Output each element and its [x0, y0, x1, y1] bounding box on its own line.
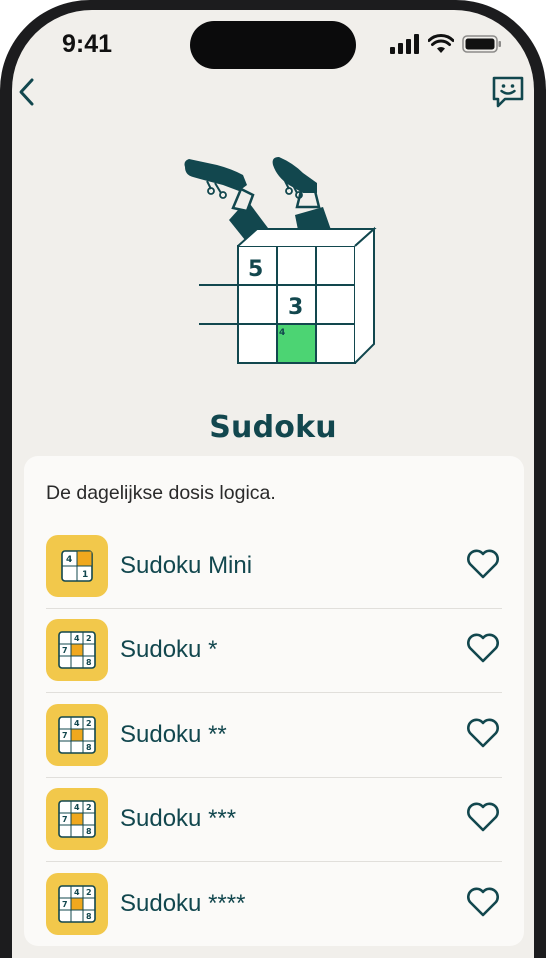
sudoku-icon: 4 2 7 8 [46, 873, 108, 936]
battery-icon [462, 34, 502, 58]
game-label: Sudoku * [120, 636, 218, 664]
heart-icon [466, 718, 500, 752]
sudoku-icon: 4 2 7 8 [46, 619, 108, 682]
svg-text:4: 4 [74, 888, 80, 897]
signal-icon [390, 34, 420, 58]
cell-number: 4 [279, 328, 285, 338]
back-button[interactable] [12, 76, 42, 112]
svg-text:8: 8 [86, 827, 92, 836]
list-item[interactable]: 4 2 7 8 Sudoku * [46, 609, 502, 693]
svg-text:4: 4 [74, 803, 80, 812]
feedback-button[interactable] [490, 76, 526, 112]
svg-text:7: 7 [62, 815, 68, 824]
mini-sudoku-icon: 4 1 [46, 534, 108, 597]
heart-icon [466, 802, 500, 836]
svg-text:8: 8 [86, 658, 92, 667]
favorite-button[interactable] [464, 631, 502, 669]
status-time: 9:41 [62, 30, 113, 58]
svg-text:2: 2 [86, 803, 92, 812]
sudoku-icon: 4 2 7 8 [46, 788, 108, 851]
svg-text:7: 7 [62, 900, 68, 909]
list-item[interactable]: 4 1 Sudoku Mini [46, 524, 502, 609]
chevron-left-icon [17, 77, 37, 111]
wifi-icon [427, 34, 455, 58]
svg-text:7: 7 [62, 646, 68, 655]
game-label: Sudoku Mini [120, 551, 253, 579]
device-frame: 9:41 5 3 4 Sudoku De dagelijkse dosis lo… [0, 0, 546, 958]
game-label: Sudoku ** [120, 720, 227, 748]
heart-icon [466, 633, 500, 667]
sudoku-icon: 4 2 7 8 [46, 703, 108, 766]
svg-text:4: 4 [74, 634, 80, 643]
svg-text:2: 2 [86, 888, 92, 897]
svg-text:8: 8 [86, 743, 92, 752]
grid-box-illustration [199, 226, 377, 364]
heart-icon [466, 887, 500, 921]
game-label: Sudoku **** [120, 890, 246, 918]
smiley-chat-icon [491, 75, 525, 113]
heart-icon [466, 549, 500, 583]
card-description: De dagelijkse dosis logica. [46, 482, 276, 504]
svg-text:7: 7 [62, 731, 68, 740]
list-item[interactable]: 4 2 7 8 Sudoku *** [46, 778, 502, 862]
games-card: De dagelijkse dosis logica. 4 1 Sudoku M… [24, 456, 524, 946]
svg-text:4: 4 [66, 555, 72, 565]
app-screen: 9:41 5 3 4 Sudoku De dagelijkse dosis lo… [12, 10, 534, 958]
sudoku-illustration: 5 3 4 [177, 145, 377, 370]
favorite-button[interactable] [464, 885, 502, 923]
favorite-button[interactable] [464, 800, 502, 838]
dynamic-island [190, 21, 356, 69]
svg-text:2: 2 [86, 634, 92, 643]
favorite-button[interactable] [464, 716, 502, 754]
list-item[interactable]: 4 2 7 8 Sudoku ** [46, 693, 502, 778]
game-list: 4 1 Sudoku Mini 4 2 7 8 Sudoku * 4 2 7 8… [46, 524, 502, 947]
game-label: Sudoku *** [120, 805, 237, 833]
cell-number: 3 [288, 295, 303, 320]
favorite-button[interactable] [464, 547, 502, 585]
svg-text:1: 1 [82, 570, 88, 580]
status-icons [390, 34, 502, 58]
list-item[interactable]: 4 2 7 8 Sudoku **** [46, 862, 502, 947]
svg-text:2: 2 [86, 719, 92, 728]
svg-text:8: 8 [86, 912, 92, 921]
page-title: Sudoku [209, 410, 337, 445]
cell-number: 5 [248, 257, 263, 282]
svg-text:4: 4 [74, 719, 80, 728]
